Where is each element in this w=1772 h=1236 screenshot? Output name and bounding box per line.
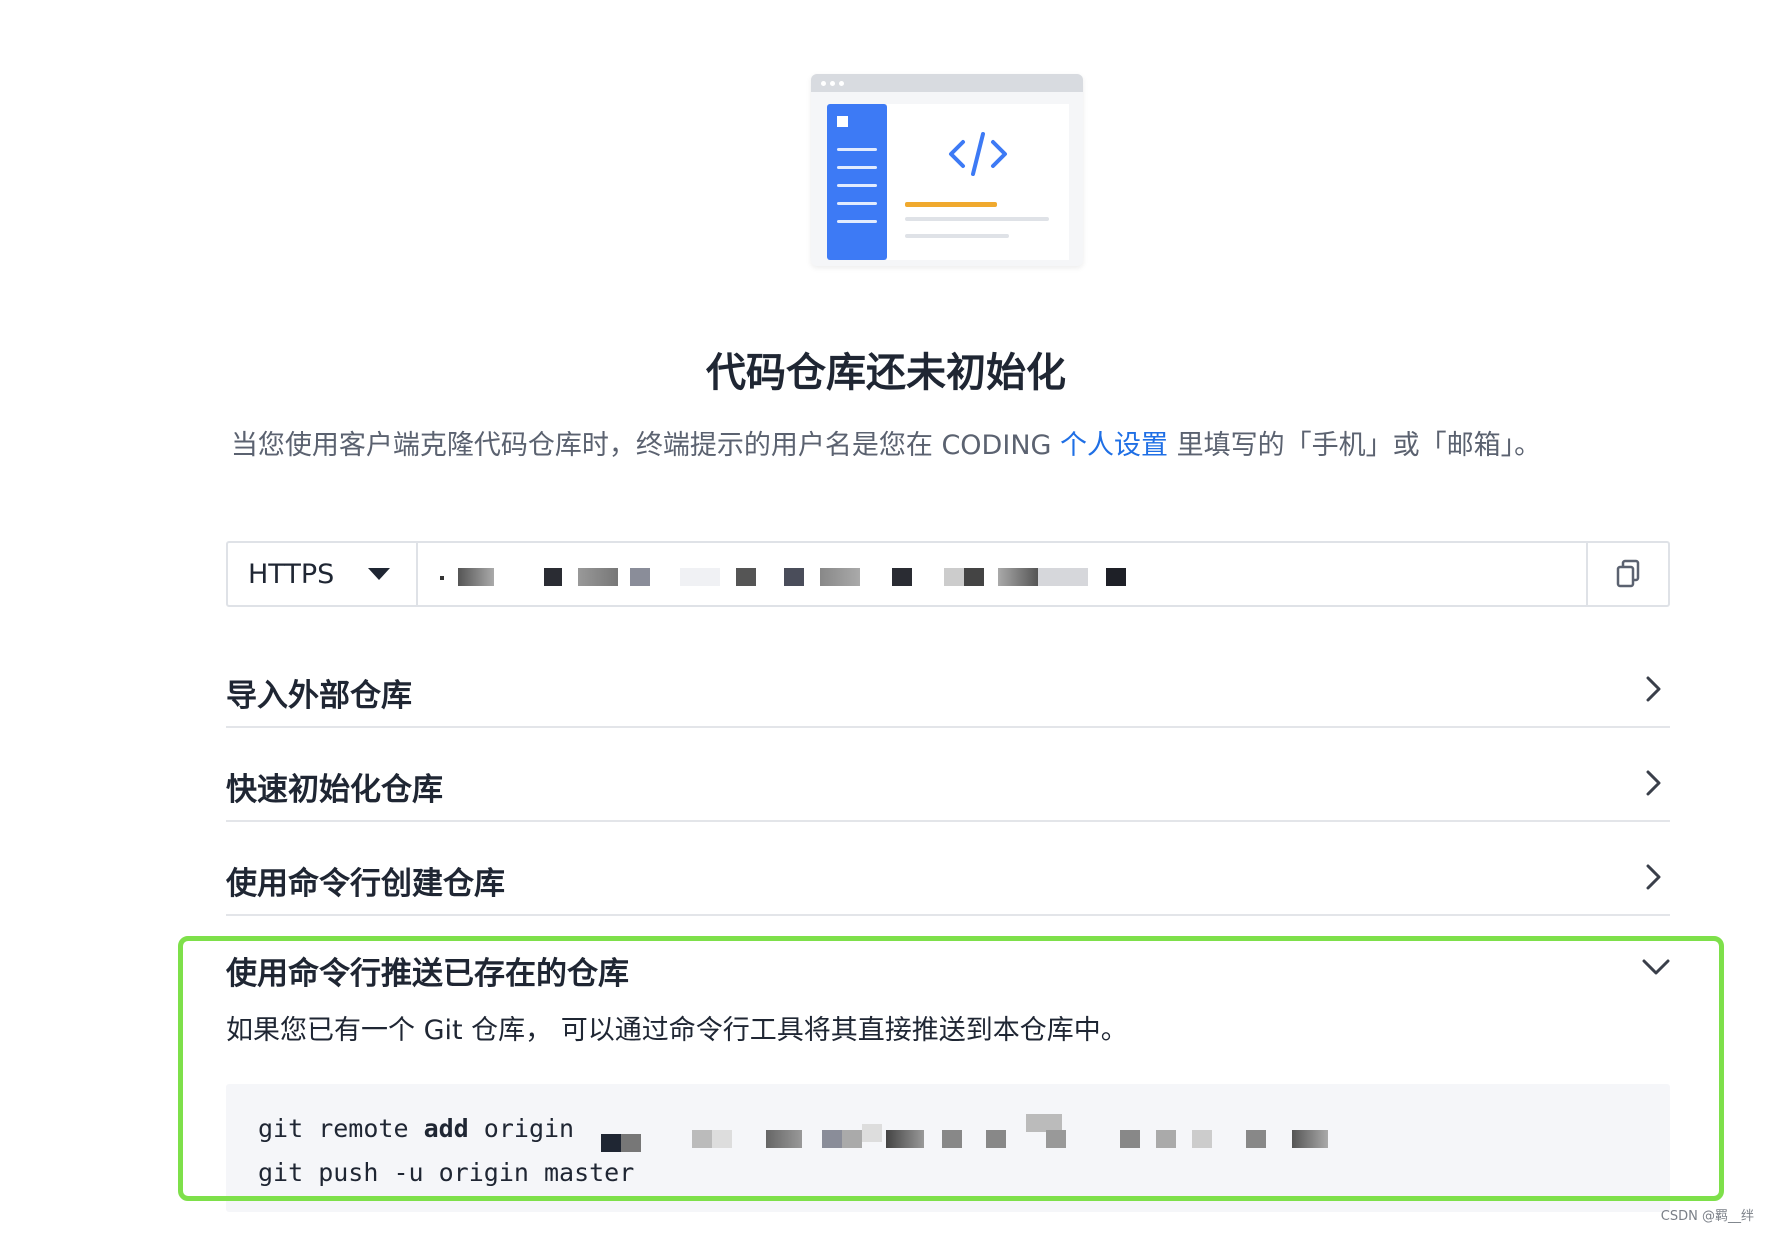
accordion-quick-init[interactable]: 快速初始化仓库 [226, 740, 1670, 822]
redacted-url [784, 568, 804, 586]
accordion-label: 快速初始化仓库 [226, 772, 443, 808]
accordion-label: 导入外部仓库 [226, 678, 412, 714]
clone-url-field[interactable] [418, 543, 1586, 605]
redacted-url [680, 568, 720, 586]
code-brackets-icon [949, 132, 1007, 176]
subtitle-text-before: 当您使用客户端克隆代码仓库时，终端提示的用户名是您在 CODING [230, 430, 1061, 461]
chevron-right-icon [1646, 676, 1661, 702]
redacted-url [892, 568, 912, 586]
copy-button[interactable] [1586, 543, 1668, 605]
redacted-url [544, 568, 562, 586]
personal-settings-link[interactable]: 个人设置 [1060, 430, 1168, 461]
copy-icon [1616, 559, 1640, 588]
protocol-value: HTTPS [248, 558, 335, 590]
chevron-right-icon [1646, 770, 1661, 796]
illustration-sidebar [827, 104, 887, 260]
clone-url-bar: HTTPS [226, 541, 1670, 607]
chevron-right-icon [1646, 864, 1661, 890]
page-title: 代码仓库还未初始化 [706, 350, 1066, 396]
redacted-url [736, 568, 756, 586]
illustration-editor [887, 104, 1069, 260]
redacted-url [578, 568, 618, 586]
accordion-label: 使用命令行创建仓库 [226, 866, 505, 902]
redacted-url [820, 568, 860, 586]
redacted-url [630, 568, 650, 586]
redacted-url [1038, 568, 1088, 586]
redacted-url [944, 568, 964, 586]
accordion-import-external[interactable]: 导入外部仓库 [226, 646, 1670, 728]
protocol-select[interactable]: HTTPS [228, 543, 418, 605]
redacted-url [1106, 568, 1126, 586]
highlight-box [178, 936, 1724, 1201]
illustration-window-bar [811, 74, 1083, 92]
redacted-url [964, 568, 984, 586]
accordion-cli-create[interactable]: 使用命令行创建仓库 [226, 834, 1670, 916]
subtitle-text-after: 里填写的「手机」或「邮箱」。 [1168, 430, 1542, 461]
redacted-url [998, 568, 1038, 586]
empty-repo-illustration [811, 74, 1083, 266]
redacted-url [458, 568, 494, 586]
caret-down-icon [368, 568, 390, 580]
redacted-url [440, 576, 444, 580]
page-subtitle: 当您使用客户端克隆代码仓库时，终端提示的用户名是您在 CODING 个人设置 里… [0, 423, 1772, 462]
watermark: CSDN @羁__绊 [1660, 1209, 1754, 1224]
